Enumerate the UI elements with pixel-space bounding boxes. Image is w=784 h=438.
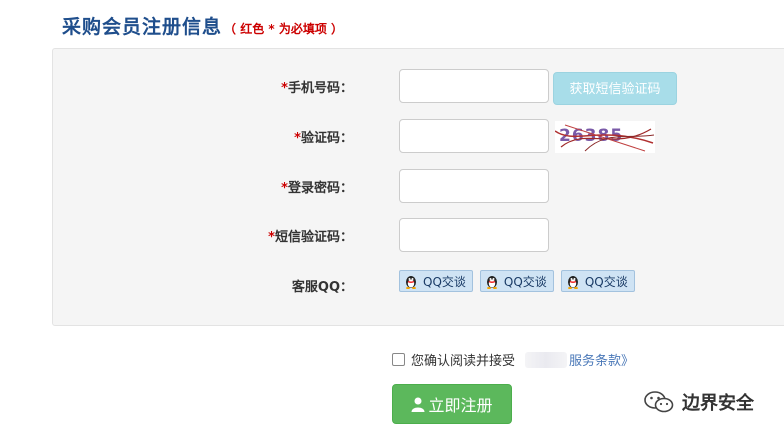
qq-penguin-icon [406,276,416,289]
get-sms-code-button[interactable]: 获取短信验证码 [553,72,677,105]
phone-row: *手机号码： 获取短信验证码 [53,69,784,105]
qq-row: 客服QQ： QQ交谈 QQ交谈 QQ交谈 [53,268,784,302]
qq-penguin-icon [567,276,578,289]
sms-code-input[interactable] [399,218,549,252]
registration-form-panel: *手机号码： 获取短信验证码 *验证码： 26385 *登录密码： *短信验证码… [52,48,784,326]
terms-link[interactable]: 服务条款》 [569,350,634,369]
phone-label: *手机号码： [281,81,353,96]
watermark-text: 边界安全 [682,393,754,414]
register-button-label: 立即注册 [428,396,493,415]
qq-chat-button-3[interactable]: QQ交谈 [560,270,635,292]
user-icon [411,397,425,412]
captcha-input[interactable] [399,119,549,153]
qq-chat-label: QQ交谈 [584,274,628,289]
captcha-row: *验证码： 26385 [53,119,784,153]
watermark: 边界安全 [644,389,754,415]
qq-label: 客服QQ： [291,280,353,295]
qq-chat-label: QQ交谈 [423,274,466,289]
agreement-text: 您确认阅读并接受 [411,354,516,369]
page-header: 采购会员注册信息 （ 红色 * 为必填项 ） [62,12,343,42]
qq-chat-button-2[interactable]: QQ交谈 [479,270,554,292]
wechat-icon [644,391,674,413]
sms-code-row: *短信验证码： [53,218,784,252]
sms-code-label: *短信验证码： [268,230,353,245]
password-row: *登录密码： [53,169,784,203]
password-input[interactable] [399,169,549,203]
qq-chat-button-1[interactable]: QQ交谈 [399,270,473,292]
agreement-row: 您确认阅读并接受 服务条款》 [392,350,634,369]
qq-chat-label: QQ交谈 [503,274,547,289]
captcha-image[interactable]: 26385 [555,121,655,153]
qq-buttons: QQ交谈 QQ交谈 QQ交谈 [399,270,635,292]
required-note: （ 红色 * 为必填项 ） [224,22,344,36]
register-button[interactable]: 立即注册 [392,384,512,424]
phone-input[interactable] [399,69,549,103]
password-label: *登录密码： [281,181,353,196]
page-title: 采购会员注册信息 [62,16,223,38]
agreement-checkbox[interactable] [392,353,405,366]
captcha-label: *验证码： [294,131,353,146]
blurred-site-name [525,351,568,368]
qq-penguin-icon [486,276,497,289]
